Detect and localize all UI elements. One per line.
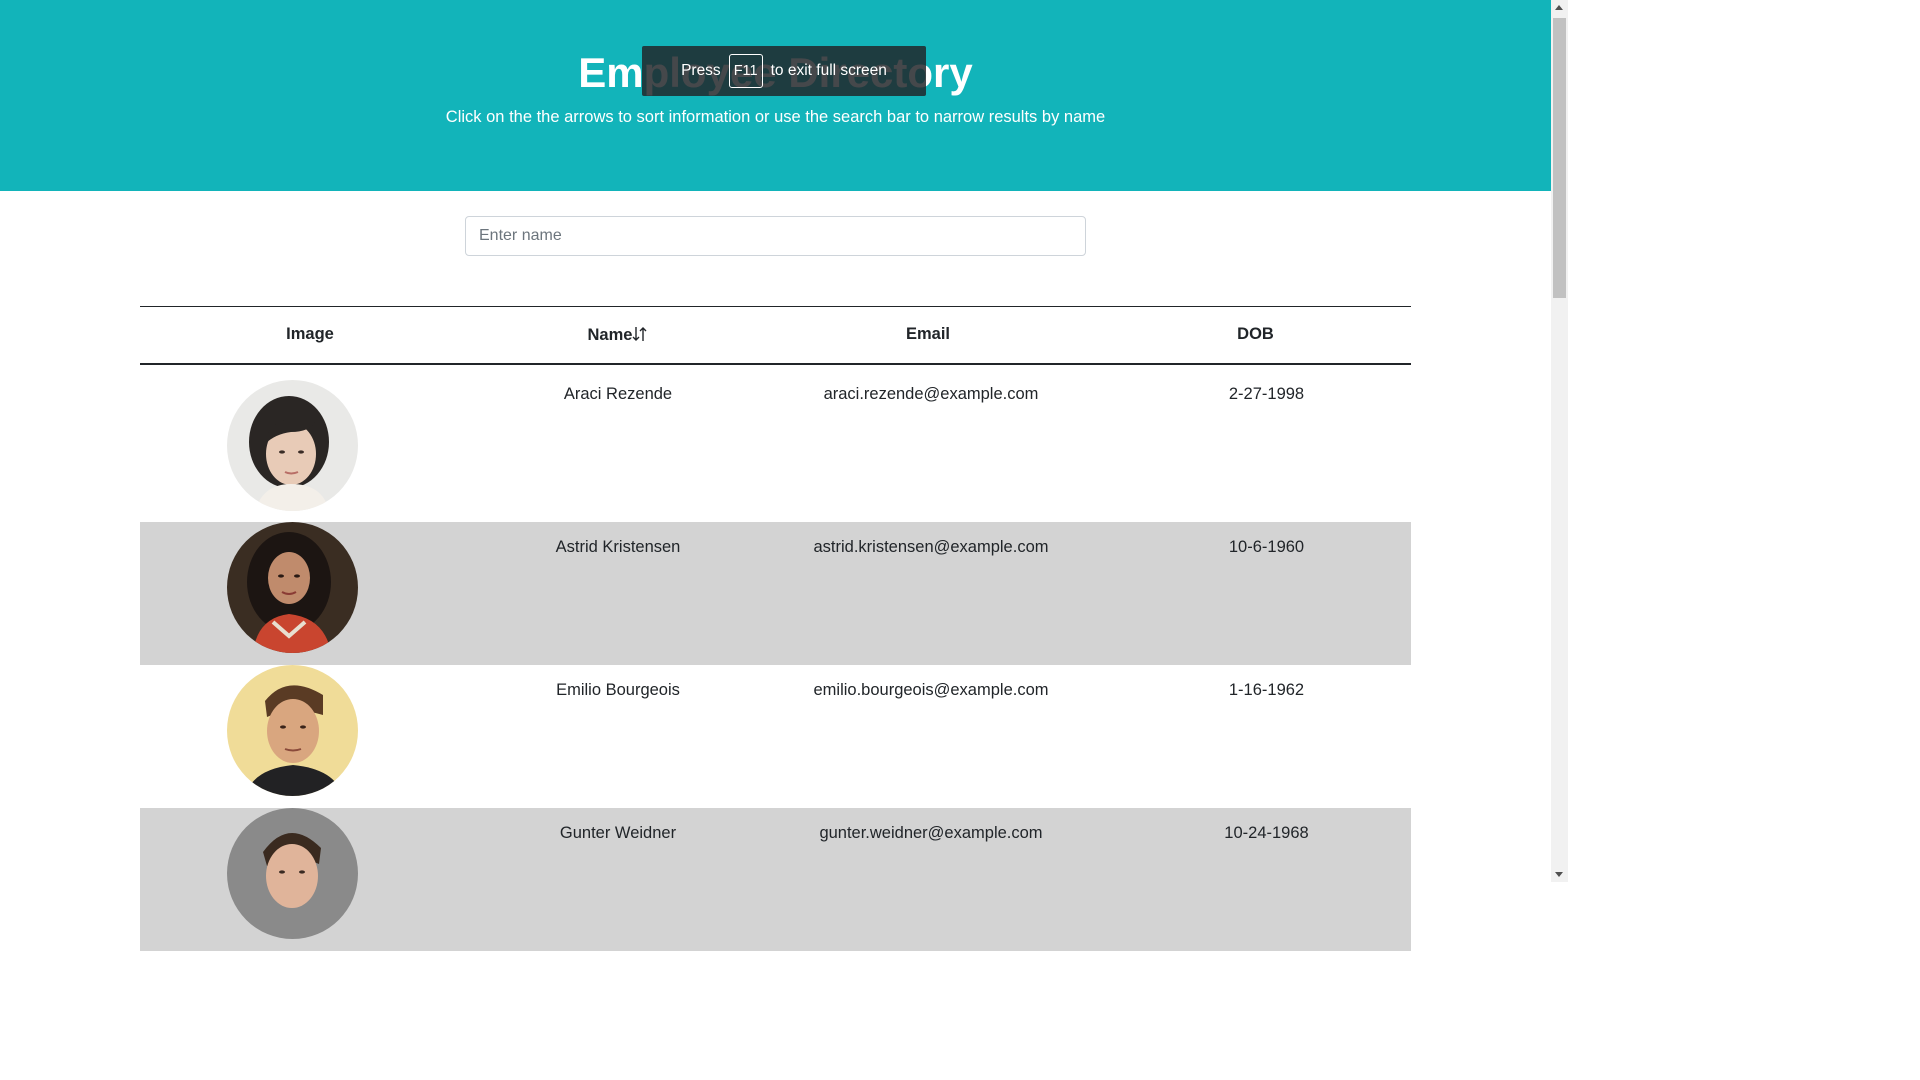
- column-header-dob: DOB: [1100, 306, 1411, 365]
- column-header-image: Image: [140, 306, 480, 365]
- dob-cell: 2-27-1998: [1228, 384, 1305, 403]
- email-cell: emilio.bourgeois@example.com: [813, 680, 1049, 699]
- column-header-name-label: Name: [587, 325, 633, 344]
- table-row: Araci Rezende araci.rezende@example.com …: [140, 364, 1411, 522]
- page-scrollbar[interactable]: [1551, 0, 1568, 882]
- email-cell: astrid.kristensen@example.com: [813, 537, 1049, 556]
- image-cell: [140, 664, 480, 808]
- scrollbar-thumb[interactable]: [1553, 18, 1566, 298]
- name-cell: Emilio Bourgeois: [556, 680, 680, 699]
- table-row: Emilio Bourgeois emilio.bourgeois@exampl…: [140, 664, 1411, 808]
- fullscreen-notice-prefix: Press: [681, 62, 721, 79]
- employee-table: Image Name Email DOB Araci Rezende araci…: [140, 306, 1411, 951]
- column-header-email: Email: [756, 306, 1100, 365]
- employee-table-container: Image Name Email DOB Araci Rezende araci…: [140, 306, 1411, 951]
- image-cell: [140, 364, 480, 522]
- image-cell: [140, 807, 480, 951]
- page-subtitle: Click on the the arrows to sort informat…: [445, 108, 1106, 126]
- table-body: Araci Rezende araci.rezende@example.com …: [140, 364, 1411, 951]
- name-search-input[interactable]: [465, 216, 1086, 256]
- column-header-name[interactable]: Name: [480, 306, 756, 365]
- sort-arrows-icon[interactable]: [632, 325, 648, 343]
- dob-cell: 1-16-1962: [1228, 680, 1305, 699]
- email-cell: araci.rezende@example.com: [823, 384, 1039, 403]
- avatar: [227, 521, 358, 653]
- table-row: Gunter Weidner gunter.weidner@example.co…: [140, 807, 1411, 951]
- table-row: Astrid Kristensen astrid.kristensen@exam…: [140, 521, 1411, 665]
- fullscreen-notice-suffix: to exit full screen: [770, 62, 887, 79]
- table-header: Image Name Email DOB: [140, 306, 1411, 365]
- avatar: [227, 807, 358, 939]
- dob-cell: 10-6-1960: [1228, 537, 1305, 556]
- name-cell: Gunter Weidner: [559, 823, 677, 842]
- name-cell: Astrid Kristensen: [555, 537, 681, 556]
- fullscreen-exit-notice: Press F11 to exit full screen: [642, 46, 926, 96]
- scroll-up-arrow-icon[interactable]: [1555, 5, 1563, 10]
- name-cell: Araci Rezende: [563, 384, 673, 403]
- dob-cell: 10-24-1968: [1224, 823, 1309, 842]
- table-header-row: Image Name Email DOB: [140, 306, 1411, 365]
- avatar: [227, 379, 358, 511]
- f11-key-badge: F11: [728, 54, 763, 88]
- image-cell: [140, 521, 480, 665]
- avatar: [227, 664, 358, 796]
- scroll-down-arrow-icon[interactable]: [1555, 872, 1563, 877]
- email-cell: gunter.weidner@example.com: [819, 823, 1043, 842]
